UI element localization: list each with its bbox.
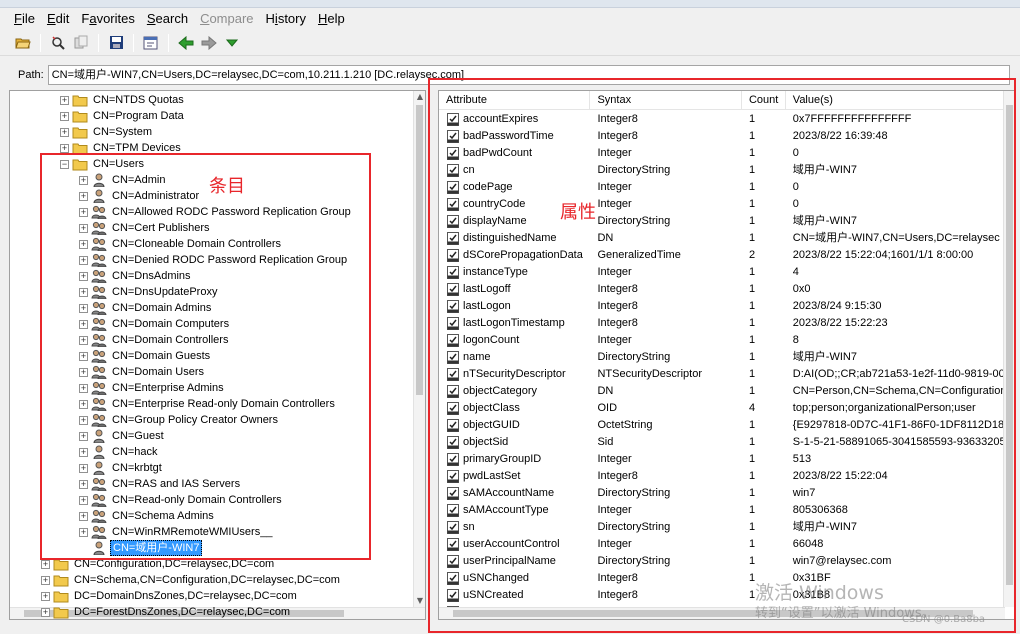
toolbar-separator — [40, 33, 41, 52]
expand-icon[interactable]: + — [60, 127, 69, 137]
menu-bar: File Edit Favorites Search Compare History Hel… — [0, 8, 1020, 29]
toolbar-separator — [98, 33, 99, 52]
expand-icon[interactable]: + — [60, 111, 69, 121]
menu-edit[interactable]: Edit — [47, 8, 69, 29]
expand-icon[interactable]: + — [41, 575, 50, 585]
tree-item-label: CN=NTDS Quotas — [93, 94, 184, 106]
expand-icon[interactable]: + — [41, 559, 50, 569]
scroll-thumb[interactable] — [416, 105, 423, 395]
toolbar — [0, 30, 1020, 56]
folder-icon — [53, 605, 69, 619]
tree-item-label: DC=ForestDnsZones,DC=relaysec,DC=com — [74, 606, 291, 618]
forward-arrow-icon[interactable] — [198, 32, 220, 54]
menu-history[interactable]: History — [266, 8, 306, 29]
entries-annotation-label: 条目 — [209, 176, 245, 197]
search-refresh-icon[interactable] — [47, 32, 69, 54]
tree-item[interactable]: + CN=System — [60, 124, 154, 140]
entries-annotation-box — [40, 153, 371, 560]
tree-item[interactable]: + DC=ForestDnsZones,DC=relaysec,DC=com — [41, 604, 292, 619]
dropdown-arrow-icon[interactable] — [221, 32, 243, 54]
window-title-strip — [0, 0, 1020, 8]
tree-item[interactable]: + DC=DomainDnsZones,DC=relaysec,DC=com — [41, 588, 299, 604]
expand-icon[interactable]: + — [41, 591, 50, 601]
menu-file[interactable]: File — [14, 8, 35, 29]
tree-item-label: DC=DomainDnsZones,DC=relaysec,DC=com — [74, 590, 297, 602]
attributes-annotation-box — [428, 78, 1016, 633]
activation-watermark-title: 激活 Windows — [755, 582, 884, 604]
tree-item-label: CN=Program Data — [93, 110, 184, 122]
save-icon[interactable] — [105, 32, 127, 54]
toolbar-separator — [168, 33, 169, 52]
tree-item[interactable]: + CN=Program Data — [60, 108, 186, 124]
open-folder-icon[interactable] — [12, 32, 34, 54]
csdn-credit: CSDN @0.Ba8ba — [902, 614, 986, 625]
folder-icon — [53, 573, 69, 587]
properties-icon[interactable] — [140, 32, 162, 54]
folder-icon — [72, 109, 88, 123]
tree-vertical-scrollbar[interactable]: ▲ ▼ — [413, 91, 425, 607]
back-arrow-icon[interactable] — [175, 32, 197, 54]
folder-icon — [72, 125, 88, 139]
menu-help[interactable]: Help — [318, 8, 345, 29]
tree-item-label: CN=System — [93, 126, 152, 138]
scroll-up-arrow-icon[interactable]: ▲ — [414, 91, 425, 103]
tree-item-label: CN=Schema,CN=Configuration,DC=relaysec,D… — [74, 574, 340, 586]
expand-icon[interactable]: + — [60, 95, 69, 105]
folder-icon — [53, 589, 69, 603]
copy-disabled-icon[interactable] — [70, 32, 92, 54]
menu-favorites[interactable]: Favorites — [81, 8, 134, 29]
path-label: Path: — [18, 69, 44, 81]
attributes-annotation-label: 属性 — [560, 202, 596, 223]
expand-icon[interactable]: + — [60, 143, 69, 153]
menu-compare[interactable]: Compare — [200, 8, 253, 29]
menu-search[interactable]: Search — [147, 8, 188, 29]
toolbar-separator — [133, 33, 134, 52]
scroll-down-arrow-icon[interactable]: ▼ — [414, 595, 425, 607]
expand-icon[interactable]: + — [41, 607, 50, 617]
folder-icon — [72, 93, 88, 107]
tree-item[interactable]: + CN=Schema,CN=Configuration,DC=relaysec,… — [41, 572, 342, 588]
tree-item[interactable]: + CN=NTDS Quotas — [60, 92, 186, 108]
